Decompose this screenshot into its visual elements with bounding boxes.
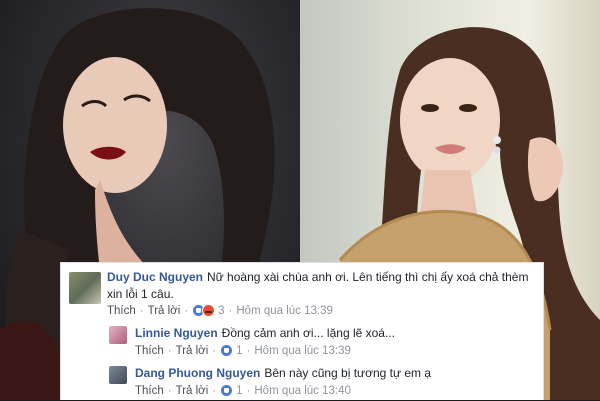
separator-dot: · xyxy=(139,304,144,317)
separator-dot: · xyxy=(167,344,172,357)
reply-button[interactable]: Trả lời xyxy=(176,345,209,357)
separator-dot: · xyxy=(212,344,217,357)
reply-button[interactable]: Trả lời xyxy=(176,385,209,397)
comment-text: Đồng cảm anh ơi... lặng lẽ xoá... xyxy=(221,326,395,340)
timestamp[interactable]: Hôm qua lúc 13:39 xyxy=(236,305,333,317)
separator-dot: · xyxy=(246,344,251,357)
angry-icon[interactable] xyxy=(202,304,216,317)
avatar[interactable] xyxy=(109,366,127,384)
separator-dot: · xyxy=(212,384,217,397)
reaction-count[interactable]: 1 xyxy=(236,385,242,397)
timestamp[interactable]: Hôm qua lúc 13:39 xyxy=(254,345,351,357)
reply-linnie-nguyen: Linnie Nguyen Đồng cảm anh ơi... lặng lẽ … xyxy=(61,323,545,361)
comment-panel: Duy Duc Nguyen Nữ hoàng xài chùa anh ơi. … xyxy=(60,262,544,400)
like-icon[interactable] xyxy=(220,344,234,357)
comment-author[interactable]: Duy Duc Nguyen xyxy=(107,270,203,284)
like-button[interactable]: Thích xyxy=(107,305,136,317)
reply-dang-phuong-nguyen: Dang Phuong Nguyen Bên này cũng bị tương … xyxy=(61,363,545,401)
separator-dot: · xyxy=(184,304,189,317)
like-icon[interactable] xyxy=(220,384,234,397)
comment-text: Bên này cũng bị tương tự em ạ xyxy=(264,366,432,380)
separator-dot: · xyxy=(246,384,251,397)
like-button[interactable]: Thích xyxy=(135,345,164,357)
like-button[interactable]: Thích xyxy=(135,385,164,397)
timestamp[interactable]: Hôm qua lúc 13:40 xyxy=(254,385,351,397)
comment-actions: Thích · Trả lời · 1 · Hôm qua lúc 13:40 xyxy=(135,384,351,397)
separator-dot: · xyxy=(228,304,233,317)
avatar[interactable] xyxy=(109,326,127,344)
reaction-count[interactable]: 3 xyxy=(218,305,224,317)
reply-button[interactable]: Trả lời xyxy=(148,305,181,317)
avatar[interactable] xyxy=(69,272,101,304)
separator-dot: · xyxy=(167,384,172,397)
comment-author[interactable]: Linnie Nguyen xyxy=(135,326,218,340)
reaction-count[interactable]: 1 xyxy=(236,345,242,357)
comment-actions: Thích · Trả lời · 1 · Hôm qua lúc 13:39 xyxy=(135,344,351,357)
comment-author[interactable]: Dang Phuong Nguyen xyxy=(135,366,260,380)
comment-duy-duc-nguyen: Duy Duc Nguyen Nữ hoàng xài chùa anh ơi. … xyxy=(61,263,545,319)
comment-actions: Thích · Trả lời · 3 · Hôm qua lúc 13:39 xyxy=(107,304,333,317)
